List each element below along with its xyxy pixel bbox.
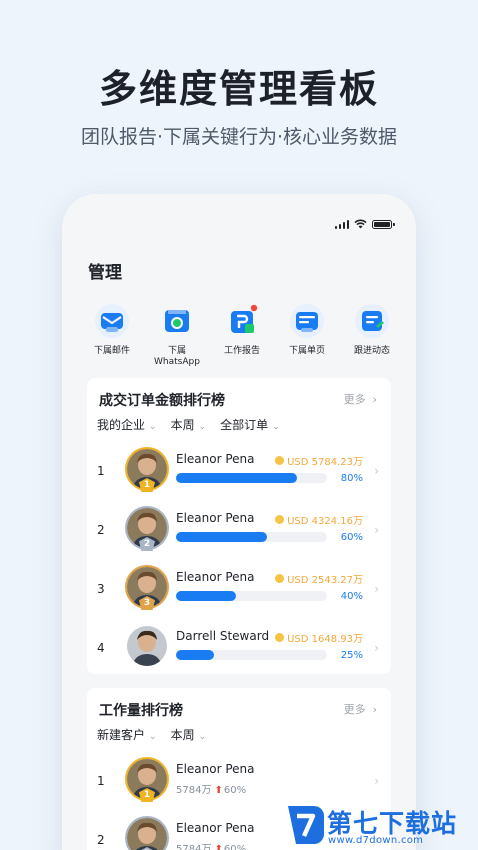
quick-action-label: 工作报告 bbox=[223, 346, 260, 356]
chevron-down-icon: ⌄ bbox=[198, 422, 207, 432]
avatar bbox=[127, 818, 167, 850]
work-count: 5784万 ⬆60% bbox=[176, 785, 247, 796]
chevron-right-icon: › bbox=[374, 464, 379, 478]
mail-icon bbox=[95, 304, 129, 338]
deal-amount: USD 1648.93万 bbox=[275, 630, 363, 645]
coin-icon bbox=[275, 456, 285, 465]
progress-percent: 80% bbox=[340, 473, 363, 484]
deals-ranking-title: 成交订单金额排行榜 bbox=[99, 393, 225, 409]
deal-amount: USD 4324.16万 bbox=[275, 512, 363, 527]
wifi-icon bbox=[354, 219, 367, 229]
report-icon bbox=[231, 304, 258, 333]
chevron-down-icon: ⌄ bbox=[272, 422, 280, 432]
coin-icon bbox=[275, 633, 285, 642]
quick-action-label: 下属单页 bbox=[288, 346, 325, 356]
rank-number: 3 bbox=[97, 582, 105, 596]
quick-action-label: 下属 WhatsApp bbox=[154, 346, 200, 367]
chevron-right-icon: › bbox=[374, 582, 379, 596]
work-ranking-title: 工作量排行榜 bbox=[99, 703, 183, 719]
battery-icon bbox=[372, 219, 395, 229]
phone-mockup: 管理 下属邮件 下属 WhatsApp 工作报告 下属单页 跟进动态 成交订单金… bbox=[62, 194, 416, 850]
progress-track bbox=[176, 532, 327, 542]
progress-track bbox=[176, 650, 327, 660]
person-name: Darrell Steward bbox=[176, 629, 270, 643]
chevron-right-icon: › bbox=[372, 393, 377, 406]
ranking-row[interactable]: 4 Darrell Steward USD 1648.93万 25% › bbox=[87, 623, 391, 677]
site-watermark: 第七下载站 www.d7down.com bbox=[282, 800, 478, 850]
quick-action-follow-up[interactable]: 跟进动态 bbox=[342, 302, 402, 368]
quick-actions: 下属邮件 下属 WhatsApp 工作报告 下属单页 跟进动态 bbox=[82, 302, 402, 368]
progress-percent: 25% bbox=[340, 650, 363, 661]
progress-fill bbox=[176, 473, 297, 483]
signal-icon bbox=[334, 219, 349, 229]
work-more-link[interactable]: 更多 › bbox=[344, 701, 377, 717]
whatsapp-icon bbox=[165, 310, 189, 332]
person-name: Eleanor Pena bbox=[176, 762, 255, 776]
person-name: Eleanor Pena bbox=[176, 452, 255, 466]
quick-action-whatsapp[interactable]: 下属 WhatsApp bbox=[147, 302, 207, 368]
progress-percent: 40% bbox=[340, 591, 363, 602]
quick-action-report[interactable]: 工作报告 bbox=[212, 302, 272, 368]
rank-number: 1 bbox=[97, 464, 105, 478]
person-name: Eleanor Pena bbox=[176, 821, 255, 835]
quick-action-mail[interactable]: 下属邮件 bbox=[82, 302, 142, 368]
work-count: 5784万 ⬆60% bbox=[176, 840, 246, 850]
notification-badge bbox=[250, 304, 258, 312]
deal-amount: USD 2543.27万 bbox=[275, 571, 363, 586]
hero-title: 多维度管理看板 bbox=[98, 67, 379, 111]
deal-amount: USD 5784.23万 bbox=[275, 453, 363, 468]
ranking-row[interactable]: 3 3 Eleanor Pena USD 2543.27万 40% › bbox=[87, 564, 391, 618]
quick-action-label: 下属邮件 bbox=[93, 346, 130, 356]
rank-number: 2 bbox=[97, 523, 105, 537]
quick-action-page[interactable]: 下属单页 bbox=[277, 302, 337, 368]
work-filters: 新建客户 ⌄ 本周 ⌄ bbox=[97, 726, 206, 743]
ranking-row[interactable]: 1 1 Eleanor Pena USD 5784.23万 80% › bbox=[87, 446, 391, 500]
filter-period-dropdown[interactable]: 本周 ⌄ bbox=[171, 416, 207, 433]
progress-fill bbox=[176, 532, 267, 542]
arrow-up-icon: ⬆ bbox=[214, 844, 223, 850]
deals-more-link[interactable]: 更多 › bbox=[344, 391, 377, 407]
ranking-row[interactable]: 2 2 Eleanor Pena USD 4324.16万 60% › bbox=[87, 505, 391, 559]
coin-icon bbox=[275, 515, 285, 524]
chevron-down-icon: ⌄ bbox=[149, 422, 157, 432]
progress-fill bbox=[176, 650, 214, 660]
coin-icon bbox=[275, 574, 285, 583]
rank-number: 1 bbox=[97, 774, 105, 788]
arrow-up-icon: ⬆ bbox=[214, 785, 223, 796]
deals-ranking-card: 成交订单金额排行榜 更多 › 我的企业 ⌄ 本周 ⌄ 全部订单 ⌄ 1 1 Eleanor … bbox=[87, 378, 391, 674]
progress-fill bbox=[176, 591, 237, 601]
person-name: Eleanor Pena bbox=[176, 570, 255, 584]
filter-type-dropdown[interactable]: 新建客户 ⌄ bbox=[97, 726, 157, 743]
watermark-logo bbox=[288, 806, 324, 844]
hero-subtitle: 团队报告·下属关键行为·核心业务数据 bbox=[80, 126, 398, 148]
watermark-url: www.d7down.com bbox=[328, 835, 424, 846]
deals-filters: 我的企业 ⌄ 本周 ⌄ 全部订单 ⌄ bbox=[97, 416, 280, 433]
chevron-right-icon: › bbox=[374, 774, 379, 788]
page-title: 管理 bbox=[88, 263, 122, 283]
chevron-right-icon: › bbox=[374, 641, 379, 655]
filter-company-dropdown[interactable]: 我的企业 ⌄ bbox=[97, 416, 157, 433]
avatar bbox=[127, 626, 167, 666]
quick-action-label: 跟进动态 bbox=[353, 346, 390, 356]
chevron-down-icon: ⌄ bbox=[149, 732, 157, 742]
progress-track bbox=[176, 591, 327, 601]
progress-track bbox=[176, 473, 327, 483]
progress-percent: 60% bbox=[340, 532, 363, 543]
filter-orders-dropdown[interactable]: 全部订单 ⌄ bbox=[220, 416, 280, 433]
follow-up-icon bbox=[355, 304, 389, 338]
status-bar bbox=[334, 218, 395, 230]
chevron-down-icon: ⌄ bbox=[198, 732, 207, 742]
rank-number: 2 bbox=[97, 833, 105, 847]
rank-number: 4 bbox=[97, 641, 105, 655]
chevron-right-icon: › bbox=[374, 523, 379, 537]
filter-period-dropdown[interactable]: 本周 ⌄ bbox=[171, 726, 207, 743]
chevron-right-icon: › bbox=[372, 703, 377, 716]
page-icon bbox=[290, 304, 324, 338]
person-name: Eleanor Pena bbox=[176, 511, 255, 525]
